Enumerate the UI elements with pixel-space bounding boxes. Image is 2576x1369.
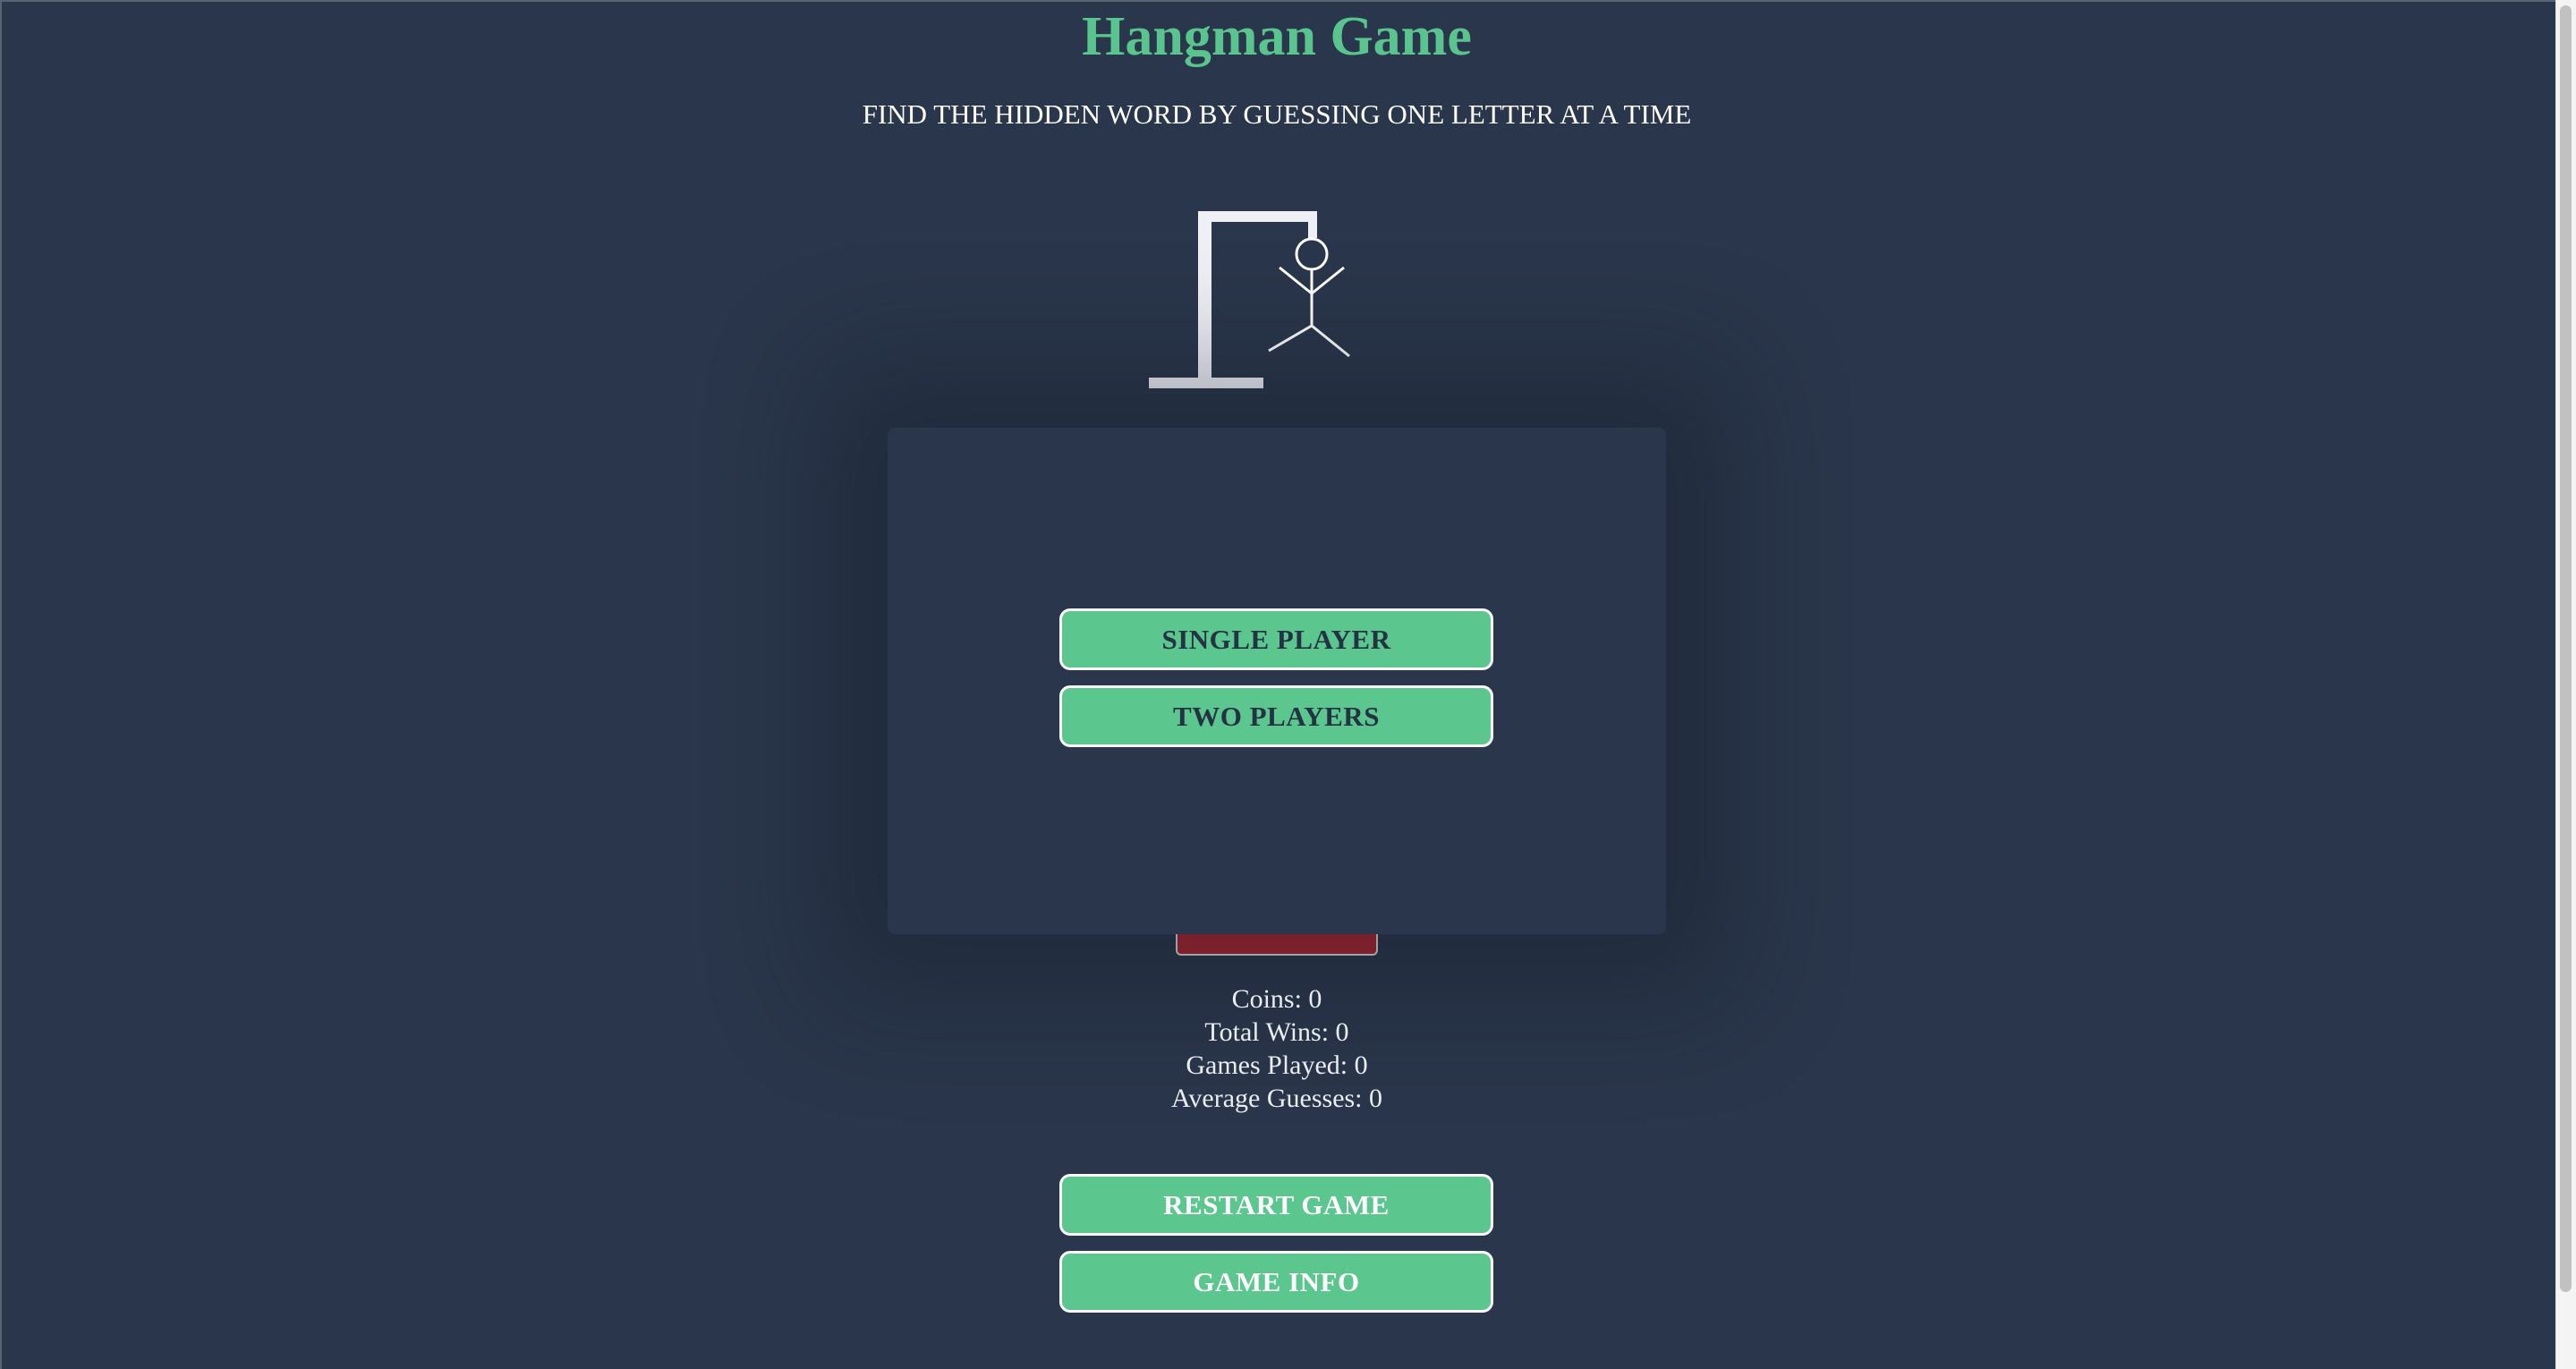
coins-stat: Coins: 0 — [1231, 984, 1322, 1014]
restart-game-button[interactable]: RESTART GAME — [1059, 1174, 1493, 1236]
figure-right-arm — [1311, 266, 1345, 295]
mode-select-modal — [888, 428, 1666, 934]
vertical-scrollbar[interactable] — [2555, 0, 2576, 1369]
figure-left-leg — [1268, 324, 1313, 353]
page-title: Hangman Game — [1082, 6, 1472, 67]
average-guesses-stat: Average Guesses: 0 — [1170, 1084, 1383, 1113]
games-played-stat: Games Played: 0 — [1186, 1050, 1368, 1080]
stats-panel: Coins: 0 Total Wins: 0 Games Played: 0 A… — [2, 982, 2552, 1115]
figure-right-leg — [1311, 324, 1350, 358]
game-info-button[interactable]: GAME INFO — [1059, 1251, 1493, 1313]
game-window: Hangman Game FIND THE HIDDEN WORD BY GUE… — [0, 0, 2555, 1369]
scrollbar-thumb[interactable] — [2560, 5, 2572, 1292]
gallows-rope — [1308, 211, 1317, 238]
figure-head — [1295, 237, 1329, 271]
total-wins-stat: Total Wins: 0 — [1204, 1017, 1349, 1047]
gallows-beam — [1198, 211, 1317, 222]
gallows-pole — [1198, 211, 1211, 385]
hangman-gallows-icon — [1149, 211, 1350, 388]
two-players-button[interactable]: TWO PLAYERS — [1059, 685, 1493, 747]
instructions-subtitle: FIND THE HIDDEN WORD BY GUESSING ONE LET… — [862, 98, 1692, 130]
figure-left-arm — [1279, 266, 1313, 295]
single-player-button[interactable]: SINGLE PLAYER — [1059, 608, 1493, 670]
